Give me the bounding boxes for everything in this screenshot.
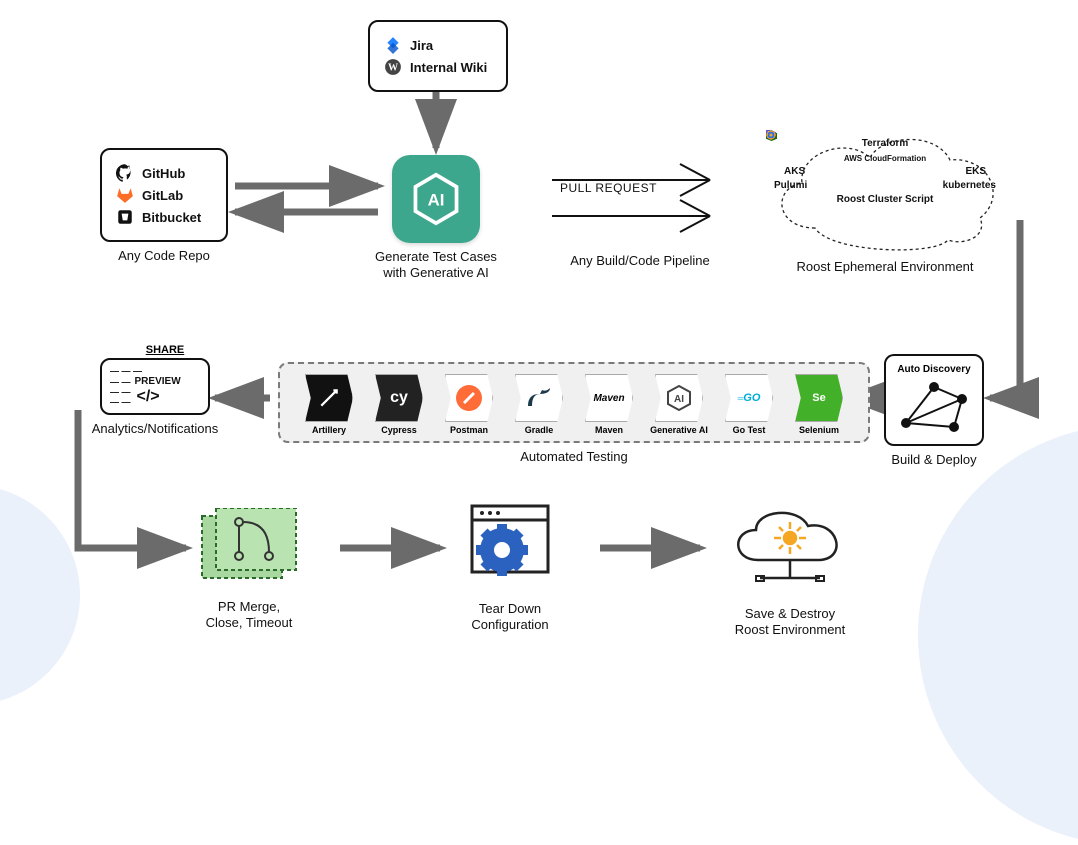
ai-label-2: with Generative AI: [356, 265, 516, 281]
gradle-icon: [515, 374, 563, 422]
teardown-label-1: Tear Down: [460, 601, 560, 617]
svg-text:W: W: [388, 62, 398, 73]
gitlab-icon: [116, 186, 134, 204]
svg-text:AI: AI: [674, 394, 684, 405]
genai-icon: AI: [655, 374, 703, 422]
ai-node: AI Generate Test Cases with Generative A…: [392, 155, 516, 282]
cypress-icon: cy: [375, 374, 423, 422]
graph-icon: [896, 379, 972, 433]
cloudformation-icon: AWS CloudFormation: [844, 154, 926, 163]
roost-script-icon: Roost Cluster Script: [837, 194, 934, 205]
pr-merge-icon: [194, 508, 304, 588]
ai-badge-icon: AI: [392, 155, 480, 243]
docs-node: Jira W Internal Wiki: [368, 20, 508, 92]
build-label: Build & Deploy: [884, 452, 984, 468]
testing-label: Automated Testing: [278, 449, 870, 465]
jira-label: Jira: [410, 38, 433, 53]
github-label: GitHub: [142, 166, 185, 181]
terraform-icon: Terraform: [862, 138, 909, 149]
env-node: Terraform AWS CloudFormation AKS EKS Pul…: [760, 118, 1010, 275]
code-icon: </>: [137, 388, 160, 406]
preview-label: PREVIEW: [135, 376, 181, 387]
teardown-node: Tear Down Configuration: [460, 500, 560, 634]
gear-window-icon: [460, 500, 560, 590]
postman-icon: [445, 374, 493, 422]
selenium-icon: Se: [795, 374, 843, 422]
analytics-node: SHARE — — — — — PREVIEW — —— — </> Analy…: [100, 344, 230, 437]
pr-label-1: PR Merge,: [194, 599, 304, 615]
env-label: Roost Ephemeral Environment: [760, 259, 1010, 275]
pipeline-node: PULL REQUEST Any Build/Code Pipeline: [550, 158, 730, 269]
wiki-label: Internal Wiki: [410, 60, 487, 75]
code-repo-node: GitHub GitLab Bitbucket Any Code Repo: [100, 148, 228, 264]
save-label-1: Save & Destroy: [720, 606, 860, 622]
auto-discovery-label: Auto Discovery: [896, 364, 972, 375]
save-label-2: Roost Environment: [720, 622, 860, 638]
teardown-label-2: Configuration: [460, 617, 560, 633]
share-label: SHARE: [100, 344, 230, 356]
gitlab-label: GitLab: [142, 188, 183, 203]
pr-node: PR Merge, Close, Timeout: [194, 508, 304, 632]
ai-badge-text: AI: [428, 191, 445, 210]
pr-label-2: Close, Timeout: [194, 615, 304, 631]
artillery-icon: [305, 374, 353, 422]
code-repo-label: Any Code Repo: [100, 248, 228, 264]
jira-icon: [384, 36, 402, 54]
cloud-destroy-icon: [720, 500, 860, 595]
github-icon: [116, 164, 134, 182]
pull-request-text: PULL REQUEST: [560, 181, 657, 195]
eks-label: EKS: [965, 166, 986, 177]
testing-node: Artillery cyCypress Postman Gradle Maven…: [278, 362, 870, 465]
aks-label: AKS: [784, 166, 805, 177]
build-node: Auto Discovery Build & Deploy: [884, 354, 984, 468]
pulumi-icon: Pulumi: [774, 180, 807, 191]
go-icon: ═GO: [725, 374, 773, 422]
maven-icon: Maven: [585, 374, 633, 422]
analytics-label: Analytics/Notifications: [80, 421, 230, 437]
pipeline-label: Any Build/Code Pipeline: [550, 253, 730, 269]
bitbucket-icon: [116, 208, 134, 226]
kubernetes-icon: kubernetes: [943, 180, 996, 191]
save-node: Save & Destroy Roost Environment: [720, 500, 860, 639]
wiki-icon: W: [384, 58, 402, 76]
bitbucket-label: Bitbucket: [142, 210, 201, 225]
ai-label-1: Generate Test Cases: [356, 249, 516, 265]
